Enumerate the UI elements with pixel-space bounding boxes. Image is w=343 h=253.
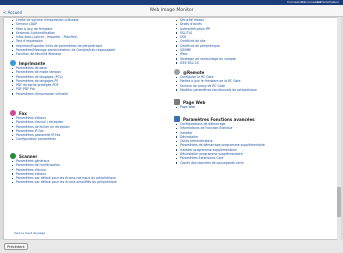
extended-list: Configurations de démarrage Informations … xyxy=(174,122,334,165)
footer xyxy=(0,240,343,253)
scrollbar[interactable] xyxy=(337,17,341,240)
list-item-link[interactable]: Configuration paramètres xyxy=(10,137,165,141)
list-item-link[interactable]: Copier des données de sauvegarde carte xyxy=(174,161,334,165)
webpage-section: Page Web Page Web xyxy=(174,99,334,109)
printer-list: Paramètres de base Paramètres de mode tam… xyxy=(10,66,165,96)
right-top-group: Sécurité réseau Droits d'accès Authentific… xyxy=(174,18,334,65)
previous-button[interactable]: Précédent xyxy=(4,243,28,250)
list-item-link[interactable]: Modifier paramètres fonctionnels de péri… xyxy=(174,88,334,92)
main-content: Limite de volume d'impression utilisable… xyxy=(3,17,339,240)
remote-list: Configurer le RC Gate Mettre à jour le fi… xyxy=(174,75,334,92)
left-top-group: Limite de volume d'impression utilisable… xyxy=(10,18,165,57)
back-to-top-link[interactable]: Vers le haut de page xyxy=(14,231,45,235)
extended-section: Paramètres Fonctions avancées Configurat… xyxy=(174,116,334,165)
list-item-link[interactable]: Paramètres d'impression virtuelle xyxy=(10,92,165,96)
scanner-section: Scanner Paramètres généraux Paramètres de… xyxy=(10,153,175,185)
scrollbar-thumb[interactable] xyxy=(337,187,341,217)
fax-list: Paramètres initiaux Paramètres d'envoi / … xyxy=(10,116,165,142)
right-top-list: Sécurité réseau Droits d'accès Authentific… xyxy=(174,18,334,65)
fax-section: Fax Paramètres initiaux Paramètres d'envo… xyxy=(10,110,165,142)
list-item-link[interactable]: Page Web xyxy=(174,105,334,109)
left-top-list: Limite de volume d'impression utilisable… xyxy=(10,18,165,57)
list-item-link[interactable]: Paramètres par défaut pour les écrans si… xyxy=(10,180,175,184)
page-title: Web Image Monitor xyxy=(149,8,194,13)
remote-section: @Remote Configurer le RC Gate Mettre à jo… xyxy=(174,69,334,92)
webpage-list: Page Web xyxy=(174,105,334,109)
scanner-list: Paramètres généraux Paramètres de numéris… xyxy=(10,159,175,185)
list-item-link[interactable]: IEEE 802.1X xyxy=(174,61,334,65)
printer-section: Imprimante Paramètres de base Paramètres … xyxy=(10,60,165,96)
list-item-link[interactable]: Fonction de sécurité étendue xyxy=(10,52,165,56)
